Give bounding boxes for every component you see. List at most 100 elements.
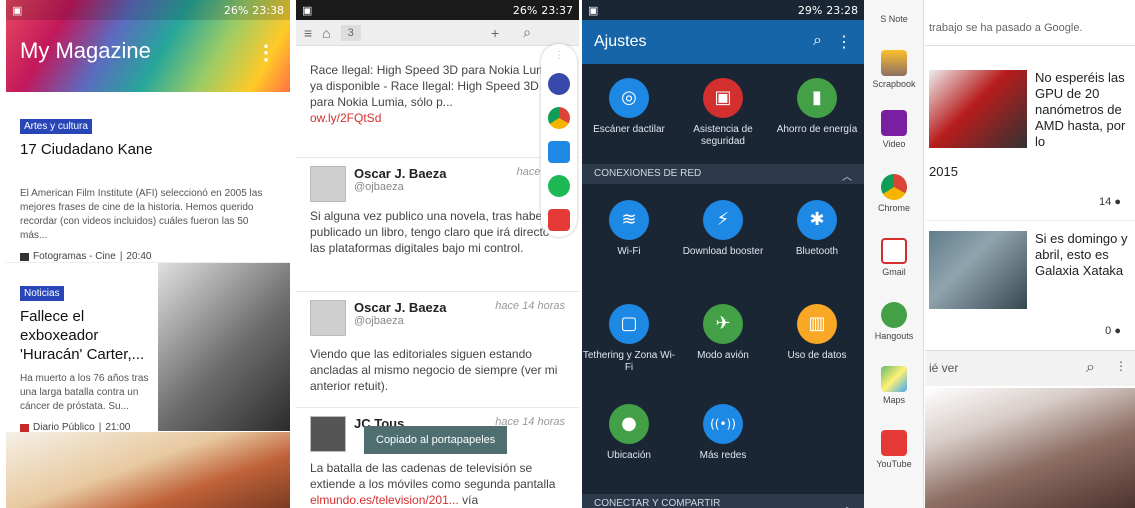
news-item[interactable]: Si es domingo y abril, esto es Galaxia X… [925,220,1135,350]
maps-icon [881,366,907,392]
app-youtube[interactable]: YouTube [864,430,923,469]
overflow-menu-icon[interactable]: ⋮ [1115,359,1127,373]
category-tag: Artes y cultura [20,119,92,134]
setting-label: Escáner dactilar [593,124,665,135]
setting-download-booster[interactable]: ⚡ Download booster [676,200,770,258]
search-icon[interactable]: ⌕ [523,24,531,41]
youtube-icon[interactable] [548,209,570,231]
status-bar: ▣ 26% 23:38 [6,0,290,20]
article-card[interactable]: Artes y cultura 17 Ciudadano Kane El Ame… [6,106,290,262]
toast: Copiado al portapapeles [364,426,508,454]
tweet-author[interactable]: Oscar J. Baeza [354,300,447,315]
source-icon [20,252,29,261]
hangouts-icon [881,302,907,328]
chevron-up-icon[interactable]: ︿ [842,498,852,508]
app-label: YouTube [876,459,912,469]
booster-icon: ⚡ [703,200,743,240]
app-label: Scrapbook [872,79,916,89]
tweet[interactable]: Oscar J. Baeza @ojbaeza hace 14 horas Vie… [296,292,579,408]
tweet-author[interactable]: Oscar J. Baeza [354,166,447,181]
battery-level: 29% [797,3,823,17]
tweet-handle: @ojbaeza [354,315,404,327]
setting-data-usage[interactable]: ▥ Uso de datos [770,304,864,374]
article-source: Fotogramas - Cine | 20:40 [20,251,276,262]
floating-app-bar: ⋮ [541,44,577,237]
article-time: 20:40 [126,251,152,262]
article-card[interactable]: Noticias Fallece el exboxeador 'Huracán'… [6,262,290,433]
spotify-icon[interactable] [548,175,570,197]
overflow-menu-icon[interactable]: ⋮ [836,32,852,52]
tweet[interactable]: JC Tous hace 14 horas La batalla de las … [296,408,579,508]
battery-level: 26% [512,3,538,17]
news-image[interactable] [925,388,1135,508]
tweet[interactable]: Oscar J. Baeza@ojbaeza hace 14 h Si algu… [296,158,579,292]
source-name: Fotogramas - Cine [33,251,116,262]
avatar[interactable] [310,416,346,452]
avatar[interactable] [310,166,346,202]
article-summary: El American Film Institute (AFI) selecci… [20,188,263,241]
tweet[interactable]: Race Ilegal: High Speed 3D para Nokia Lu… [296,48,579,158]
app-scrapbook[interactable]: Scrapbook [864,50,923,89]
handle-icon[interactable]: ⋮ [554,50,564,61]
setting-more-networks[interactable]: ((•)) Más redes [676,404,770,462]
news-item[interactable]: No esperéis las GPU de 20 nanómetros de … [925,60,1135,220]
add-icon[interactable]: + [491,25,499,41]
magazine-screen: ▣ 26% 23:38 My Magazine ⋮ Artes y cultura… [6,0,290,508]
tweet-link[interactable]: ow.ly/2FQtSd [310,110,565,126]
more-networks-icon: ((•)) [703,404,743,444]
setting-airplane-mode[interactable]: ✈ Modo avión [676,304,770,374]
app-snote[interactable]: S Note [864,14,923,24]
news-title: Si es domingo y abril, esto es Galaxia X… [1035,231,1128,278]
comment-count: 14 [1099,196,1112,208]
settings-row: ≋ Wi-Fi ⚡ Download booster ✱ Bluetooth [582,200,864,258]
chevron-up-icon[interactable]: ︿ [842,168,852,183]
drawer-icon[interactable]: ≡ [304,25,312,41]
setting-power-saving[interactable]: ▮ Ahorro de energía [770,78,864,148]
scrapbook-icon [881,50,907,76]
setting-fingerprint[interactable]: ◎ Escáner dactilar [582,78,676,148]
app-sidebar: S Note Scrapbook Video Chrome Gmail Hang… [864,0,924,508]
setting-tethering[interactable]: ▢ Tethering y Zona Wi-Fi [582,304,676,374]
section-header[interactable]: CONECTAR Y COMPARTIR ︿ [582,494,864,508]
home-icon[interactable]: ⌂ [322,25,330,41]
app-video[interactable]: Video [864,110,923,149]
settings-row: ▢ Tethering y Zona Wi-Fi ✈ Modo avión ▥ Uso… [582,304,864,374]
battery-icon: ▮ [797,78,837,118]
section-header[interactable]: CONEXIONES DE RED ︿ [582,164,864,184]
status-bar: ▣ 26% 23:37 [296,0,579,20]
avatar[interactable] [310,300,346,336]
app-label: Gmail [882,267,906,277]
article-image[interactable] [6,432,290,508]
setting-location[interactable]: ● Ubicación [582,404,676,462]
search-icon[interactable]: ⌕ [1086,359,1095,377]
comment-icon: ● [1114,196,1121,208]
gallery-icon[interactable] [548,141,570,163]
news-image [929,231,1027,309]
search-icon[interactable]: ⌕ [813,32,822,52]
camera-icon[interactable] [548,73,570,95]
battery-level: 26% [223,3,249,17]
tweet-text: Race Ilegal: High Speed 3D para Nokia Lu… [310,63,556,109]
article-title: 17 Ciudadano Kane [20,141,153,158]
page-title: My Magazine [20,38,151,63]
overflow-menu-icon[interactable]: ⋮ [256,40,276,65]
app-gmail[interactable]: Gmail [864,238,923,277]
bluetooth-icon: ✱ [797,200,837,240]
setting-wifi[interactable]: ≋ Wi-Fi [582,200,676,258]
setting-label: Asistencia de seguridad [693,124,753,147]
app-maps[interactable]: Maps [864,366,923,405]
data-usage-icon: ▥ [797,304,837,344]
news-title: No esperéis las GPU de 20 nanómetros de … [1035,70,1126,149]
setting-security[interactable]: ▣ Asistencia de seguridad [676,78,770,148]
tab-count[interactable]: 3 [340,24,361,41]
search-bar: ié ver ⌕ ⋮ [925,350,1135,386]
app-chrome[interactable]: Chrome [864,174,923,213]
chrome-icon[interactable] [548,107,570,129]
airplane-icon: ✈ [703,304,743,344]
setting-bluetooth[interactable]: ✱ Bluetooth [770,200,864,258]
section-title: CONECTAR Y COMPARTIR [594,498,721,508]
toolbar: ≡ ⌂ 3 + ⌕ [296,20,579,46]
tweet-link[interactable]: elmundo.es/television/201... [310,493,459,507]
article-title: Fallece el exboxeador 'Huracán' Carter,.… [20,308,145,363]
app-hangouts[interactable]: Hangouts [864,302,923,341]
